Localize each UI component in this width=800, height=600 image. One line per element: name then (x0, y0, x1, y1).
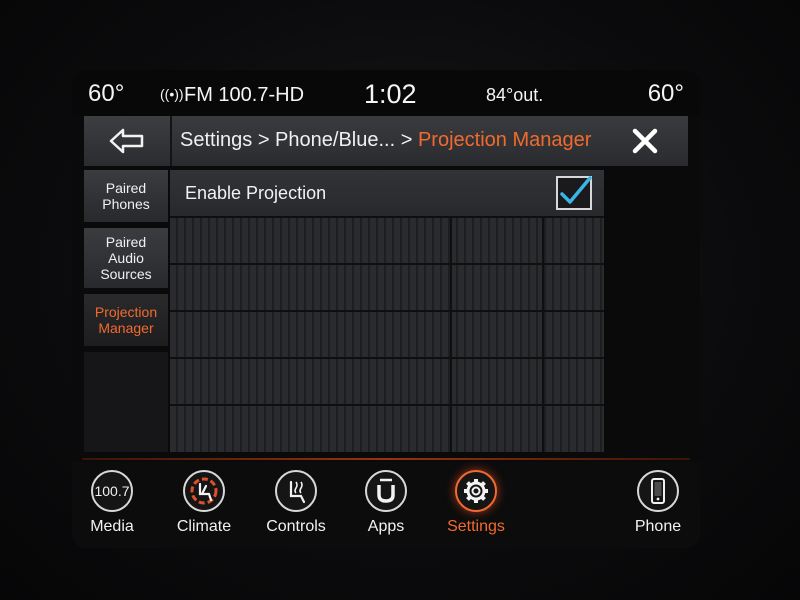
nav-settings[interactable]: Settings (436, 470, 516, 536)
row-divider (170, 357, 604, 359)
uconnect-icon (377, 478, 395, 503)
gear-icon (464, 479, 488, 503)
climate-icon (183, 470, 225, 512)
status-bar: 60° ((•))FM 100.7-HD 1:02 84°out. 60° (72, 70, 700, 116)
media-icon: 100.7 (91, 470, 133, 512)
close-button[interactable] (602, 116, 688, 166)
row-divider (170, 404, 604, 406)
smartphone-icon (651, 478, 665, 504)
breadcrumb-path[interactable]: Settings > Phone/Blue... > (180, 129, 418, 151)
nav-climate[interactable]: Climate (164, 470, 244, 536)
nav-divider (82, 458, 690, 460)
passenger-temperature[interactable]: 60° (648, 80, 684, 108)
tab-label: Paired Audio Sources (100, 234, 152, 282)
nav-media[interactable]: 100.7 Media (72, 470, 152, 536)
clock: 1:02 (364, 79, 417, 109)
column-divider (542, 216, 544, 452)
nav-phone[interactable]: Phone (618, 470, 698, 536)
tab-paired-audio-sources[interactable]: Paired Audio Sources (84, 228, 168, 288)
back-arrow-icon (109, 128, 144, 154)
row-divider (170, 263, 604, 265)
infotainment-screen: 60° ((•))FM 100.7-HD 1:02 84°out. 60° Se… (72, 70, 700, 548)
enable-projection-label: Enable Projection (185, 183, 327, 203)
settings-icon (455, 470, 497, 512)
close-icon (632, 128, 658, 154)
nav-apps[interactable]: Apps (346, 470, 426, 536)
breadcrumb: Settings > Phone/Blue... > Projection Ma… (180, 129, 591, 152)
apps-icon (365, 470, 407, 512)
tab-label: Paired Phones (102, 180, 150, 212)
controls-icon (275, 470, 317, 512)
nav-settings-label: Settings (447, 518, 505, 535)
nav-apps-label: Apps (367, 518, 405, 535)
nav-media-label: Media (90, 518, 134, 535)
row-divider (170, 216, 604, 218)
nav-controls[interactable]: Controls (256, 470, 336, 536)
enable-projection-row[interactable]: Enable Projection (170, 170, 604, 216)
heated-seat-icon (289, 480, 306, 504)
tabs-empty-area (84, 352, 168, 452)
settings-header: Settings > Phone/Blue... > Projection Ma… (84, 116, 688, 166)
media-frequency: 100.7 (94, 483, 130, 499)
row-divider (170, 310, 604, 312)
broadcast-icon: ((•)) (160, 86, 184, 102)
radio-station-label: FM 100.7-HD (184, 84, 305, 106)
checkmark-icon (560, 176, 592, 204)
back-button[interactable] (84, 116, 172, 166)
tab-paired-phones[interactable]: Paired Phones (84, 170, 168, 222)
nav-phone-label: Phone (634, 518, 682, 535)
nav-climate-label: Climate (176, 518, 232, 535)
phone-icon (637, 470, 679, 512)
tab-projection-manager[interactable]: Projection Manager (84, 294, 168, 346)
bottom-nav: 100.7 Media Climate Controls Apps Settin… (72, 462, 700, 548)
radio-station[interactable]: ((•))FM 100.7-HD (160, 84, 304, 107)
climate-seat-icon (190, 477, 218, 505)
tab-label: Projection Manager (94, 304, 158, 336)
enable-projection-checkbox[interactable] (556, 176, 592, 210)
outside-temperature: 84°out. (486, 85, 544, 105)
column-divider (450, 216, 452, 452)
breadcrumb-current: Projection Manager (417, 129, 592, 151)
settings-list: Enable Projection (170, 170, 604, 452)
driver-temperature[interactable]: 60° (88, 80, 124, 108)
nav-controls-label: Controls (266, 518, 326, 535)
